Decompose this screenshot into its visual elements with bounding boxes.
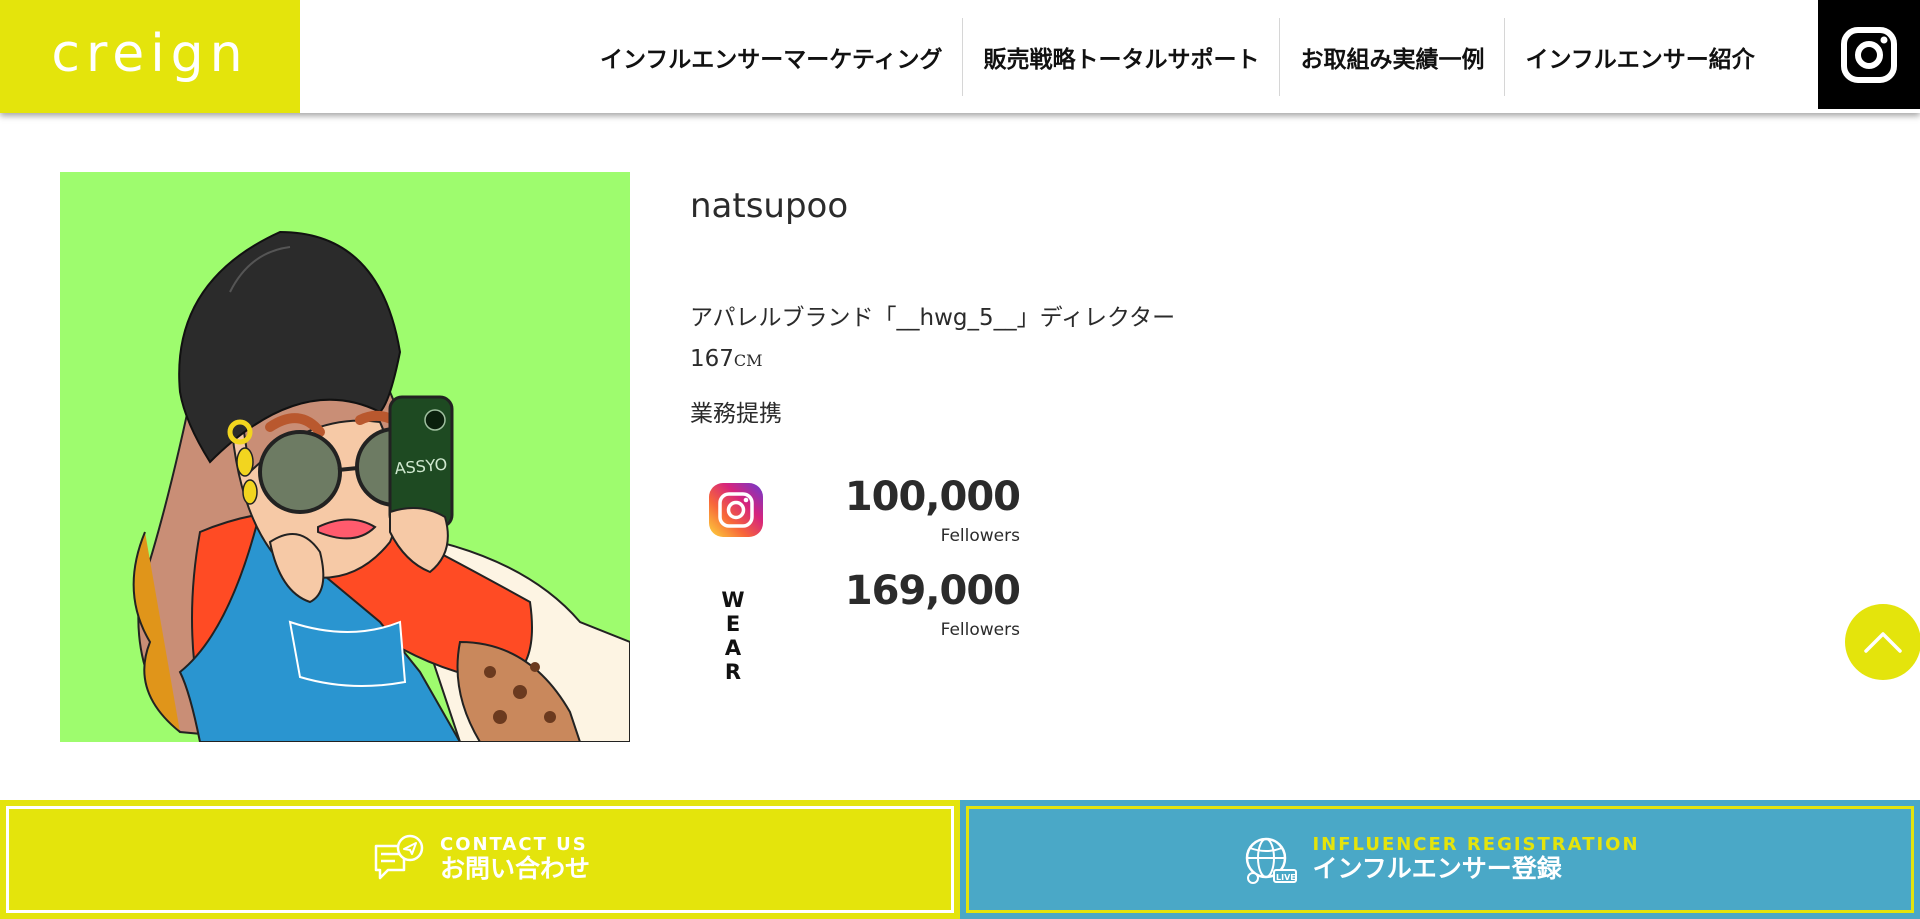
instagram-follower-count: 100,000: [844, 474, 1021, 520]
logo-text[interactable]: creign: [51, 24, 248, 84]
nav-item-influencer-intro[interactable]: インフルエンサー紹介: [1505, 18, 1774, 96]
sns-row-instagram: 100,000 Fellowers: [690, 474, 1030, 554]
site-header: creign インフルエンサーマーケティング 販売戦略トータルサポート お取組み…: [0, 0, 1920, 113]
influencer-registration-inner[interactable]: LIVE INFLUENCER REGISTRATION インフルエンサー登録: [966, 806, 1914, 913]
header-instagram-link[interactable]: [1818, 0, 1920, 109]
scroll-to-top-button[interactable]: [1845, 604, 1920, 680]
contact-us-inner[interactable]: CONTACT US お問い合わせ: [6, 806, 954, 913]
height-unit: CM: [733, 351, 763, 370]
registration-en-label[interactable]: INFLUENCER REGISTRATION: [1312, 834, 1639, 856]
wear-logo[interactable]: W E A R: [712, 588, 762, 684]
nav-item-case-studies[interactable]: お取組み実績一例: [1280, 18, 1506, 96]
instagram-follower-label: Fellowers: [940, 526, 1020, 546]
contact-us-jp-label[interactable]: お問い合わせ: [440, 855, 590, 884]
instagram-icon[interactable]: [1839, 25, 1899, 85]
influencer-tag: 業務提携: [690, 401, 782, 427]
instagram-icon[interactable]: [708, 482, 764, 538]
logo[interactable]: creign: [0, 0, 300, 113]
influencer-registration-button[interactable]: LIVE INFLUENCER REGISTRATION インフルエンサー登録: [960, 800, 1920, 919]
registration-jp-label[interactable]: インフルエンサー登録: [1312, 855, 1639, 884]
influencer-height: 167CM: [690, 346, 763, 372]
globe-live-icon: LIVE: [1246, 837, 1298, 884]
main-nav: インフルエンサーマーケティング 販売戦略トータルサポート お取組み実績一例 イン…: [580, 18, 1775, 96]
influencer-portrait: ASSYO: [60, 172, 630, 742]
nav-item-influencer-marketing[interactable]: インフルエンサーマーケティング: [580, 18, 964, 96]
wear-follower-count: 169,000: [844, 568, 1021, 614]
svg-text:LIVE: LIVE: [1276, 873, 1296, 882]
contact-us-en-label[interactable]: CONTACT US: [440, 834, 590, 856]
nav-item-sales-support[interactable]: 販売戦略トータルサポート: [963, 18, 1281, 96]
height-value: 167: [690, 346, 734, 372]
influencer-title: アパレルブランド「__hwg_5__」ディレクター: [690, 305, 1176, 331]
portrait-illustration: ASSYO: [132, 230, 630, 742]
sns-row-wear: W E A R 169,000 Fellowers: [690, 568, 1030, 684]
chevron-up-icon: [1864, 632, 1902, 653]
contact-us-button[interactable]: CONTACT US お問い合わせ: [0, 800, 960, 919]
chat-send-icon: [374, 834, 424, 879]
wear-follower-label: Fellowers: [940, 620, 1020, 640]
influencer-name: natsupoo: [690, 186, 849, 226]
